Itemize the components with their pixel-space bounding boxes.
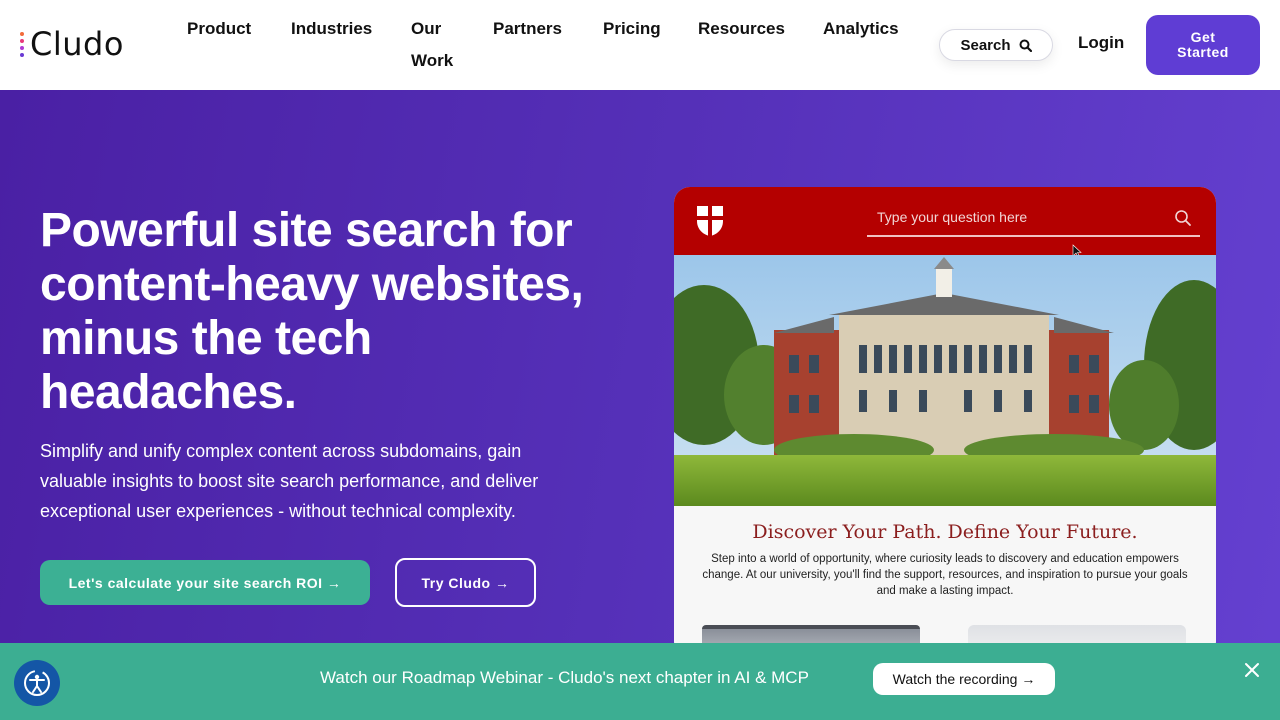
logo-wordmark: Cludo — [30, 25, 124, 63]
roi-calculator-button[interactable]: Let's calculate your site search ROI → — [40, 560, 370, 605]
webinar-banner: Watch our Roadmap Webinar - Cludo's next… — [0, 643, 1280, 720]
mockup-body-text: Step into a world of opportunity, where … — [702, 553, 1188, 597]
nav-our-work-line1: Our — [411, 19, 442, 38]
nav-resources[interactable]: Resources — [698, 13, 785, 45]
shield-logo-icon — [697, 206, 723, 236]
mockup-heading: Discover Your Path. Define Your Future. — [752, 521, 1138, 543]
mockup-card-image — [702, 625, 920, 643]
nav-pricing[interactable]: Pricing — [603, 13, 661, 45]
university-building-image — [674, 255, 1216, 506]
cludo-logo[interactable]: Cludo — [20, 26, 124, 62]
close-icon[interactable] — [1243, 661, 1261, 679]
site-header: Cludo Product Industries Our Work Partne… — [0, 0, 1280, 90]
login-link[interactable]: Login — [1078, 33, 1124, 53]
get-started-line1: Get — [1190, 29, 1216, 45]
get-started-line2: Started — [1177, 44, 1229, 60]
mockup-card-image — [968, 625, 1186, 643]
nav-our-work[interactable]: Our Work — [411, 13, 453, 77]
nav-industries[interactable]: Industries — [291, 13, 372, 45]
nav-product[interactable]: Product — [187, 13, 251, 45]
banner-message: Watch our Roadmap Webinar - Cludo's next… — [320, 668, 809, 687]
mockup-search-underline — [867, 235, 1200, 237]
nav-partners[interactable]: Partners — [493, 13, 562, 45]
mockup-search-icon — [1175, 210, 1191, 226]
hero-section: Powerful site search for content-heavy w… — [0, 90, 1280, 643]
search-label: Search — [960, 36, 1011, 54]
hero-subtitle: Simplify and unify complex content acros… — [40, 441, 539, 521]
get-started-button[interactable]: Get Started — [1146, 15, 1260, 75]
product-mockup: Type your question here Discover Your Pa… — [674, 187, 1216, 643]
nav-our-work-line2: Work — [411, 51, 454, 70]
logo-dots-icon — [20, 31, 24, 57]
accessibility-button[interactable] — [14, 660, 60, 706]
search-icon — [1019, 39, 1032, 52]
accessibility-icon — [24, 670, 50, 696]
mockup-search-placeholder: Type your question here — [877, 209, 1028, 225]
watch-recording-button[interactable]: Watch the recording → — [873, 663, 1055, 695]
try-cludo-button[interactable]: Try Cludo → — [395, 558, 536, 607]
nav-analytics[interactable]: Analytics — [823, 13, 899, 45]
search-button[interactable]: Search — [939, 29, 1053, 61]
hero-title: Powerful site search for content-heavy w… — [40, 204, 584, 419]
